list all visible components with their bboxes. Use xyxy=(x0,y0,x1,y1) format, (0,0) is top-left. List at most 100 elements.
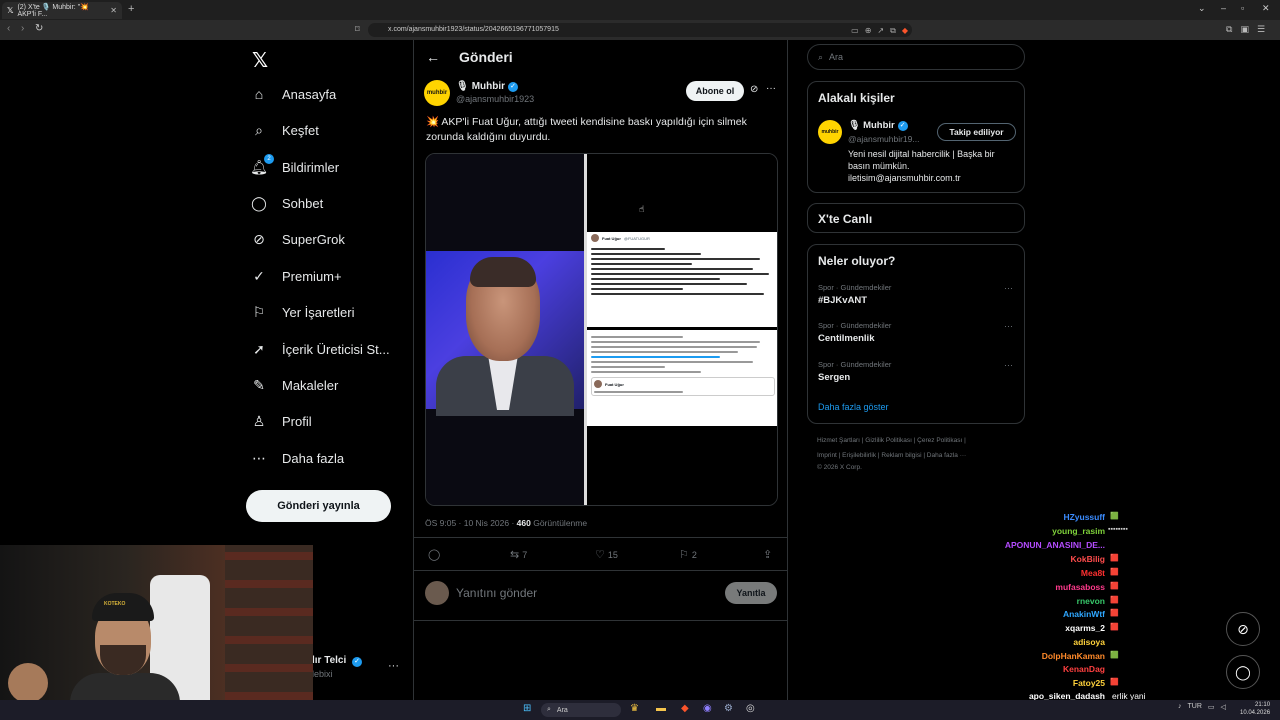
trend-category: Spor · Gündemdekiler xyxy=(818,283,892,292)
brave-icon[interactable]: ◆ xyxy=(681,703,689,714)
post-media[interactable]: ☝ Fuat Uğur @FUATUGUR Fuat Uğur xyxy=(425,153,778,506)
author-name: Muhbir xyxy=(471,81,506,92)
nav-chat[interactable]: ◯ Sohbet xyxy=(250,195,323,212)
x-logo[interactable]: 𝕏 xyxy=(252,48,268,73)
discord-icon[interactable]: ◉ xyxy=(703,703,712,714)
verified-icon: ✓ xyxy=(352,657,363,667)
trend-item[interactable]: Centilmenlik xyxy=(818,333,875,344)
bookmark-page-icon[interactable]: ⌑ xyxy=(355,24,360,35)
chat-badge-icon: 🟥 xyxy=(1110,569,1119,576)
network-icon[interactable]: ▭ xyxy=(1208,703,1215,711)
volume-icon[interactable]: ◁ xyxy=(1221,703,1226,711)
chat-username: KokBilig xyxy=(1070,554,1105,564)
following-button[interactable]: Takip ediliyor xyxy=(937,123,1016,141)
back-icon[interactable]: ‹ xyxy=(7,23,10,34)
back-arrow-icon[interactable]: ← xyxy=(426,49,440,65)
nav-articles[interactable]: ✎ Makaleler xyxy=(250,377,338,394)
new-tab-icon[interactable]: + xyxy=(128,3,134,15)
trend-more-icon[interactable]: ··· xyxy=(1004,283,1013,293)
footer-links[interactable]: Imprint | Erişilebilirlik | Reklam bilgi… xyxy=(817,452,966,459)
grok-icon[interactable]: ⊘ xyxy=(750,84,758,95)
reload-icon[interactable]: ↻ xyxy=(35,23,43,34)
reply-action[interactable]: ◯ xyxy=(428,548,440,561)
related-avatar[interactable]: muhbir xyxy=(818,120,842,144)
show-more-link[interactable]: Daha fazla göster xyxy=(818,402,889,412)
share-action[interactable]: ⇪ xyxy=(763,548,772,561)
like-action[interactable]: ♡ 15 xyxy=(595,548,618,561)
related-handle[interactable]: @ajansmuhbir19... xyxy=(848,134,919,144)
chat-bubble-icon: ◯ xyxy=(251,195,267,211)
trend-category: Spor · Gündemdekiler xyxy=(818,321,892,330)
copy-link-icon[interactable]: ⧉ xyxy=(890,24,896,38)
steam-icon[interactable]: ⚙ xyxy=(724,703,733,714)
footer-links[interactable]: Hizmet Şartları | Gizlilik Politikası | … xyxy=(817,437,966,444)
language-indicator[interactable]: TUR xyxy=(1188,703,1202,711)
trend-more-icon[interactable]: ··· xyxy=(1004,321,1013,331)
repost-action[interactable]: ⇆ 7 xyxy=(510,548,527,561)
install-app-icon[interactable]: ▭ xyxy=(851,24,859,38)
clock[interactable]: 21:10 10.04.2026 xyxy=(1240,701,1270,717)
nav-more[interactable]: ⋯ Daha fazla xyxy=(250,450,344,467)
share-icon[interactable]: ↗ xyxy=(877,24,884,38)
minimize-icon[interactable]: – xyxy=(1221,3,1226,13)
nav-profile[interactable]: ♙ Profil xyxy=(250,413,312,430)
grok-fab[interactable]: ⊘ xyxy=(1226,612,1260,646)
trend-item[interactable]: Sergen xyxy=(818,372,850,383)
search-input[interactable]: ⌕ Ara xyxy=(807,44,1025,70)
url-field[interactable]: x.com/ajansmuhbir1923/status/20426651967… xyxy=(368,23,912,37)
mouse-cursor-icon: ☝ xyxy=(639,204,645,214)
windows-start-icon[interactable]: ⊞ xyxy=(523,703,531,714)
close-tab-icon[interactable]: ✕ xyxy=(110,6,117,15)
forward-icon[interactable]: › xyxy=(21,23,24,34)
nav-home[interactable]: ⌂ Anasayfa xyxy=(250,86,336,102)
brave-shields-icon[interactable]: ◆ xyxy=(902,24,908,38)
account-more-icon[interactable]: ··· xyxy=(388,660,399,672)
extensions-icon[interactable]: ⧉ xyxy=(1226,24,1232,35)
message-icon: ◯ xyxy=(1235,663,1251,680)
app-icon[interactable]: ♛ xyxy=(630,703,639,714)
tab-list-icon[interactable]: ⌄ xyxy=(1198,3,1206,14)
reply-button[interactable]: Yanıtla xyxy=(725,582,777,604)
chat-username: mufasaboss xyxy=(1055,582,1105,592)
account-switcher[interactable]: lır Telci ✓ lebixi xyxy=(312,655,363,679)
nav-premium[interactable]: ✓ Premium+ xyxy=(250,268,341,285)
grok-icon: ⊘ xyxy=(1237,620,1249,637)
folder-icon[interactable]: ▬ xyxy=(656,703,666,714)
account-name: lır Telci xyxy=(312,655,347,666)
post-button[interactable]: Gönderi yayınla xyxy=(246,490,391,522)
subscribe-button[interactable]: Abone ol xyxy=(686,81,744,101)
author-name-row[interactable]: 🎙︎ Muhbir ✓ xyxy=(456,81,519,92)
trend-item[interactable]: #BJKvANT xyxy=(818,295,867,306)
related-name-row[interactable]: 🎙︎ Muhbir ✓ xyxy=(848,120,908,131)
obs-icon[interactable]: ◎ xyxy=(746,703,755,714)
address-bar-row: ‹ › ↻ x.com/ajansmuhbir1923/status/20426… xyxy=(0,20,1280,40)
sidebar-icon[interactable]: ▣ xyxy=(1240,24,1249,35)
embedded-avatar xyxy=(591,234,599,242)
nav-notifications[interactable]: 🔔︎ 2 Bildirimler xyxy=(250,154,339,176)
live-card[interactable]: X'te Canlı xyxy=(807,203,1025,233)
verified-badge-icon: ✓ xyxy=(253,268,265,284)
zoom-icon[interactable]: ⊕ xyxy=(865,24,872,38)
browser-tab[interactable]: 𝕏 (2) X'te 🎙️ Muhbir: "💥 AKP'li F... ✕ xyxy=(2,2,122,19)
author-avatar[interactable]: muhbir xyxy=(424,80,450,106)
search-icon: ⌕ xyxy=(255,122,263,138)
taskbar-search[interactable]: ⌕ Ara xyxy=(541,703,621,717)
reply-input[interactable]: Yanıtını gönder xyxy=(456,586,537,600)
menu-icon[interactable]: ☰ xyxy=(1257,24,1265,35)
maximize-icon[interactable]: ▫ xyxy=(1241,3,1244,13)
post-text: 💥 AKP'li Fuat Uğur, attığı tweeti kendis… xyxy=(426,116,747,143)
nav-explore[interactable]: ⌕ Keşfet xyxy=(250,122,319,139)
post-timestamp[interactable]: ÖS 9:05 · 10 Nis 2026 · xyxy=(425,518,517,528)
mic-icon[interactable]: ♪ xyxy=(1178,703,1182,711)
messages-fab[interactable]: ◯ xyxy=(1226,655,1260,689)
bookmark-count: 2 xyxy=(691,549,697,560)
more-options-icon[interactable]: ··· xyxy=(766,83,776,94)
nav-creator-studio[interactable]: ➚ İçerik Üreticisi St... xyxy=(250,341,390,358)
nav-bookmarks[interactable]: ⚐ Yer İşaretleri xyxy=(250,304,355,321)
nav-supergrok[interactable]: ⊘ SuperGrok xyxy=(250,231,345,248)
author-handle[interactable]: @ajansmuhbir1923 xyxy=(456,94,534,104)
bookmark-action[interactable]: ⚐ 2 xyxy=(679,548,697,561)
close-window-icon[interactable]: ✕ xyxy=(1262,3,1270,14)
trend-more-icon[interactable]: ··· xyxy=(1004,360,1013,370)
related-bio: Yeni nesil dijital habercilik | Başka bi… xyxy=(848,149,995,183)
